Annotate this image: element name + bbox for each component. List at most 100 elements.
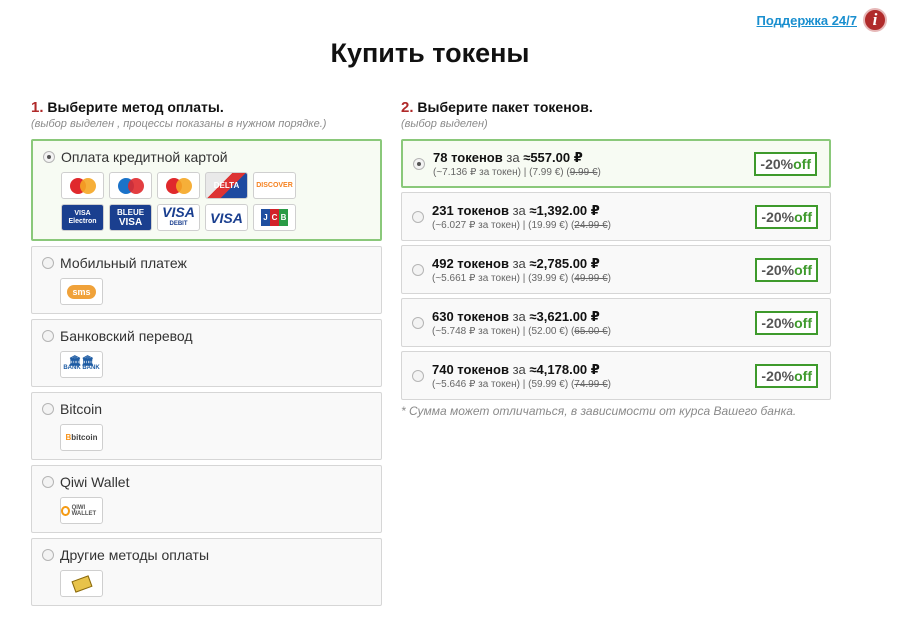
method-logos: QIWI WALLET (60, 497, 300, 524)
bleue-text-2: VISA (118, 216, 143, 228)
separator: | (523, 166, 527, 178)
method-head: Банковский перевод (42, 328, 371, 344)
package-detail-line: (~5.748 ₽ за токен) | (52.00 €) (65.00 €… (432, 325, 611, 337)
package-old-price: 9.99 € (569, 166, 598, 178)
method-head: Оплата кредитной картой (43, 149, 370, 165)
radio-package-231[interactable] (412, 210, 424, 223)
info-icon[interactable]: i (863, 8, 887, 32)
radio-package-78[interactable] (413, 157, 425, 170)
qiwi-logo-icon: QIWI WALLET (60, 497, 103, 524)
badge-pct: -20% (761, 261, 795, 278)
package-old-price: 24.99 € (574, 219, 608, 231)
package-old-price: 74.99 € (574, 378, 608, 390)
method-head: Qiwi Wallet (42, 474, 371, 490)
package-body: 231 токенов за ≈1,392.00 ₽ (~6.027 ₽ за … (432, 203, 611, 231)
method-mobile-payment[interactable]: Мобильный платеж sms (31, 246, 382, 314)
package-za: за (512, 308, 526, 324)
method-label: Другие методы оплаты (60, 547, 210, 563)
method-bank-transfer[interactable]: Банковский перевод 🏛🏛 BANK BANK (31, 319, 382, 387)
badge-off: off (794, 208, 812, 225)
package-tokens: 630 токенов (432, 308, 509, 324)
package-740[interactable]: 740 токенов за ≈4,178.00 ₽ (~5.646 ₽ за … (401, 351, 831, 400)
method-head: Другие методы оплаты (42, 547, 371, 563)
package-main-line: 78 токенов за ≈557.00 ₽ (433, 150, 601, 166)
support-link[interactable]: Поддержка 24/7 (757, 13, 857, 28)
radio-package-740[interactable] (412, 369, 424, 382)
visa-logo-icon: VISA (205, 204, 248, 231)
radio-bitcoin[interactable] (42, 403, 54, 415)
jcb-letter-c: C (270, 209, 279, 226)
jcb-logo-icon: JCB (253, 204, 296, 231)
method-logos (60, 570, 300, 597)
step2-subtitle: (выбор выделен) (401, 118, 488, 130)
radio-credit-card[interactable] (43, 151, 55, 163)
step1-title-text: Выберите метод оплаты. (47, 99, 224, 115)
delta-logo-icon: DELTA (205, 172, 248, 199)
method-head: Bitcoin (42, 401, 371, 417)
package-78[interactable]: 78 токенов за ≈557.00 ₽ (~7.136 ₽ за ток… (401, 139, 831, 188)
package-main-line: 630 токенов за ≈3,621.00 ₽ (432, 309, 611, 325)
radio-bank-transfer[interactable] (42, 330, 54, 342)
bitcoin-logo-icon: Bbitcoin (60, 424, 103, 451)
mastercard-logo-icon (61, 172, 104, 199)
package-492[interactable]: 492 токенов за ≈2,785.00 ₽ (~5.661 ₽ за … (401, 245, 831, 294)
radio-other[interactable] (42, 549, 54, 561)
visa-debit-text-1: VISA (162, 204, 195, 220)
package-per-token: (~6.027 ₽ за токен) (432, 219, 520, 231)
radio-mobile-payment[interactable] (42, 257, 54, 269)
visa-debit-text-2: DEBIT (169, 220, 188, 227)
method-bitcoin[interactable]: Bitcoin Bbitcoin (31, 392, 382, 460)
method-credit-card[interactable]: Оплата кредитной картой DELTA DISCOVER V… (31, 139, 382, 241)
page-title: Купить токены (330, 38, 530, 68)
mastercard-debit-logo-icon (157, 172, 200, 199)
package-detail-line: (~6.027 ₽ за токен) | (19.99 €) (24.99 €… (432, 219, 611, 231)
badge-off: off (794, 367, 812, 384)
method-logos: Bbitcoin (60, 424, 300, 451)
package-main-line: 740 токенов за ≈4,178.00 ₽ (432, 362, 611, 378)
package-per-token: (~5.646 ₽ за токен) (432, 378, 520, 390)
package-price: ≈2,785.00 ₽ (529, 255, 600, 271)
badge-off: off (794, 314, 812, 331)
discover-text: DISCOVER (256, 182, 293, 189)
method-label: Bitcoin (60, 401, 103, 417)
package-za: за (512, 361, 526, 377)
package-eur: (59.99 €) (528, 378, 569, 390)
discount-badge: -20%off (755, 310, 818, 335)
visa-electron-text-1: VISA (74, 209, 91, 217)
package-tokens: 231 токенов (432, 202, 509, 218)
package-body: 78 токенов за ≈557.00 ₽ (~7.136 ₽ за ток… (433, 150, 601, 178)
step2-title-text: Выберите пакет токенов. (417, 99, 593, 115)
package-eur: (39.99 €) (528, 272, 569, 284)
sms-text: sms (67, 284, 96, 299)
bank-logo-icon: 🏛🏛 BANK BANK (60, 351, 103, 378)
badge-off: off (793, 155, 811, 172)
method-head: Мобильный платеж (42, 255, 371, 271)
method-other[interactable]: Другие методы оплаты (31, 538, 382, 606)
radio-package-492[interactable] (412, 263, 424, 276)
package-eur: (52.00 €) (528, 325, 569, 337)
separator: | (522, 272, 526, 284)
package-630[interactable]: 630 токенов за ≈3,621.00 ₽ (~5.748 ₽ за … (401, 298, 831, 347)
step2-title: 2. Выберите пакет токенов. (401, 99, 831, 116)
discount-badge: -20%off (754, 151, 817, 176)
package-231[interactable]: 231 токенов за ≈1,392.00 ₽ (~6.027 ₽ за … (401, 192, 831, 241)
radio-package-630[interactable] (412, 316, 424, 329)
method-qiwi-wallet[interactable]: Qiwi Wallet QIWI WALLET (31, 465, 382, 533)
badge-pct: -20% (760, 155, 794, 172)
package-main-line: 492 токенов за ≈2,785.00 ₽ (432, 256, 611, 272)
package-price: ≈1,392.00 ₽ (529, 202, 600, 218)
visa-electron-text-2: Electron (68, 217, 97, 225)
visa-debit-logo-icon: VISA DEBIT (157, 204, 200, 231)
package-body: 492 токенов за ≈2,785.00 ₽ (~5.661 ₽ за … (432, 256, 611, 284)
support-area: Поддержка 24/7 i (757, 8, 887, 32)
package-old-price: 49.99 € (574, 272, 608, 284)
separator: | (522, 219, 526, 231)
package-per-token: (~5.748 ₽ за токен) (432, 325, 520, 337)
bitcoin-text: bitcoin (71, 433, 98, 442)
package-eur: (19.99 €) (528, 219, 569, 231)
separator: | (522, 378, 526, 390)
package-za: за (512, 202, 526, 218)
badge-off: off (794, 261, 812, 278)
radio-qiwi-wallet[interactable] (42, 476, 54, 488)
package-tokens: 492 токенов (432, 255, 509, 271)
